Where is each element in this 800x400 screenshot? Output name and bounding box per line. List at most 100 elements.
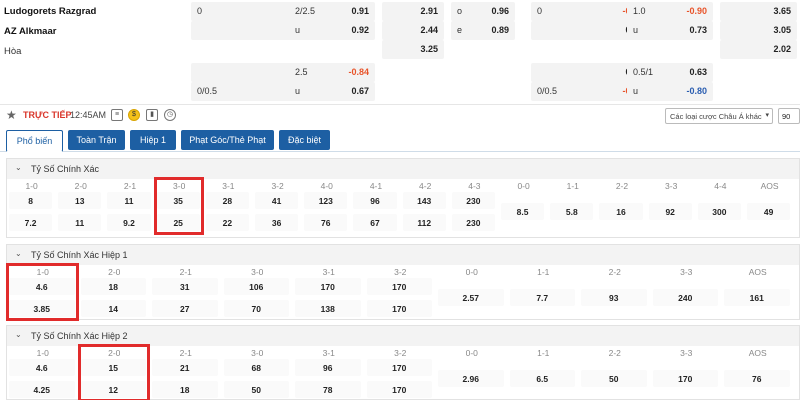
odds-value[interactable]: 143 [402,192,446,209]
star-icon[interactable]: ★ [6,108,17,122]
odds-value[interactable]: 170 [366,359,432,376]
odds-value[interactable]: 2.96 [438,370,504,387]
odds-cell[interactable]: 2.02 [720,40,797,59]
odds-value[interactable]: 6.5 [509,370,575,387]
odds-value[interactable]: 4.25 [9,381,75,398]
odds-cell[interactable]: 2/2.5 0.91 [289,2,375,21]
away-team-name: AZ Alkmaar [4,26,57,37]
odds-cell[interactable]: u 0.92 [289,21,375,40]
section-header[interactable]: ⌄ Tỷ Số Chính Xác Hiệp 2 [7,326,799,346]
scoreboard-icon[interactable]: ≡ [111,109,123,121]
odds-value[interactable]: 92 [648,203,692,220]
odds-value[interactable]: 78 [295,381,361,398]
odds-value[interactable]: 300 [697,203,741,220]
score-header: 2-2 [608,267,621,277]
odds-value[interactable]: 50 [581,370,647,387]
odds-value[interactable]: 22 [205,214,249,231]
odds-value[interactable]: 170 [652,370,718,387]
odds-value[interactable]: 5.8 [550,203,594,220]
odds-value[interactable]: 18 [80,278,146,295]
odds-value[interactable]: 7.7 [509,289,575,306]
score-header: 1-1 [566,181,579,191]
score-header: AOS [760,181,779,191]
odds-cell[interactable]: u 0.67 [289,82,375,101]
odds-cell[interactable]: u -0.80 [627,82,713,101]
odds-value[interactable]: 170 [366,381,432,398]
tab-pho-bien[interactable]: Phổ biến [6,130,63,152]
odds-value[interactable]: 31 [152,278,218,295]
odds-value[interactable]: 36 [255,214,299,231]
coin-icon[interactable]: $ [128,109,140,121]
odds-value[interactable]: 230 [451,214,495,231]
odds-value[interactable]: 2.57 [438,289,504,306]
odds-value[interactable]: 11 [107,192,151,209]
draw-label: Hòa [4,46,22,57]
score-header: 2-2 [608,348,621,358]
odds-value[interactable]: 106 [223,278,289,295]
odds-value[interactable]: 41 [255,192,299,209]
odds-value[interactable]: 170 [366,300,432,317]
score-header: 2-1 [123,181,137,191]
odds-value[interactable]: 4.6 [9,359,75,376]
odds-cell[interactable]: 0.5/1 0.63 [627,63,713,82]
odds-cell[interactable]: 3.65 [720,2,797,21]
stats-chart-icon[interactable]: ▮ [146,109,158,121]
odds-value[interactable]: 9.2 [107,214,151,231]
odds-value[interactable]: 138 [295,300,361,317]
odds-cell[interactable]: 2.91 [382,2,444,21]
odds-value[interactable]: 50 [223,381,289,398]
odds-value[interactable]: 49 [747,203,791,220]
bet-type-select-value: Các loại cược Châu Á khác [670,112,762,121]
odds-value[interactable]: 68 [223,359,289,376]
odds-value[interactable]: 67 [353,214,397,231]
tab-dac-biet[interactable]: Đặc biệt [279,130,330,150]
bet-type-select[interactable]: Các loại cược Châu Á khác ▾ [665,108,773,124]
score-header: 3-3 [680,267,693,277]
tab-toan-tran[interactable]: Toàn Trận [68,130,125,150]
odds-value[interactable]: 8 [9,192,53,209]
odds-line: u [633,86,639,96]
odds-value[interactable]: 11 [58,214,102,231]
exact-score-section: ⌄ Tỷ Số Chính Xác 1-0 2-0 2-1 3-0 3-1 3-2 4-0 4… [6,158,800,238]
section-header[interactable]: ⌄ Tỷ Số Chính Xác [7,159,799,179]
odds-value[interactable]: 93 [581,289,647,306]
odds-line: 1.0 [633,6,646,16]
odds-value[interactable]: 123 [304,192,348,209]
odds-cell[interactable]: 2.5 -0.84 [289,63,375,82]
odds-cell[interactable]: 1.0 -0.90 [627,2,713,21]
odds-cell[interactable]: 2.44 [382,21,444,40]
odds-value[interactable]: 76 [304,214,348,231]
odds-value[interactable]: 76 [724,370,790,387]
odds-value[interactable]: 70 [223,300,289,317]
odds-value[interactable]: 13 [58,192,102,209]
odds-value[interactable]: 7.2 [9,214,53,231]
odds-value[interactable]: 18 [152,381,218,398]
odds-cell[interactable]: u 0.73 [627,21,713,40]
odds-value[interactable]: 170 [295,278,361,295]
zoom-select[interactable]: 90 [778,108,800,124]
score-header: 3-1 [222,181,235,191]
odds-line: 0 [537,6,543,16]
odds-value[interactable]: 28 [205,192,249,209]
odds-value[interactable]: 27 [152,300,218,317]
odds-value[interactable]: 170 [366,278,432,295]
odds-value[interactable]: 112 [402,214,446,231]
odds-value[interactable]: 8.5 [501,203,545,220]
odds-value[interactable]: 230 [451,192,495,209]
odds-cell[interactable]: e 0.89 [451,21,515,40]
odds-value[interactable]: 96 [295,359,361,376]
odds-value[interactable]: 21 [152,359,218,376]
clock-icon[interactable]: ◷ [164,109,176,121]
highlight-box [77,344,150,400]
odds-value[interactable]: 14 [80,300,146,317]
odds-cell[interactable]: 3.05 [720,21,797,40]
odds-value[interactable]: 16 [599,203,643,220]
odds-cell[interactable]: o 0.96 [451,2,515,21]
odds-value[interactable]: 240 [652,289,718,306]
tab-phat-goc[interactable]: Phạt Góc/Thẻ Phạt [181,130,274,150]
odds-value[interactable]: 96 [353,192,397,209]
tab-hiep-1[interactable]: Hiệp 1 [130,130,176,150]
odds-cell[interactable]: 3.25 [382,40,444,59]
odds-value[interactable]: 161 [724,289,790,306]
section-header[interactable]: ⌄ Tỷ Số Chính Xác Hiệp 1 [7,245,799,265]
